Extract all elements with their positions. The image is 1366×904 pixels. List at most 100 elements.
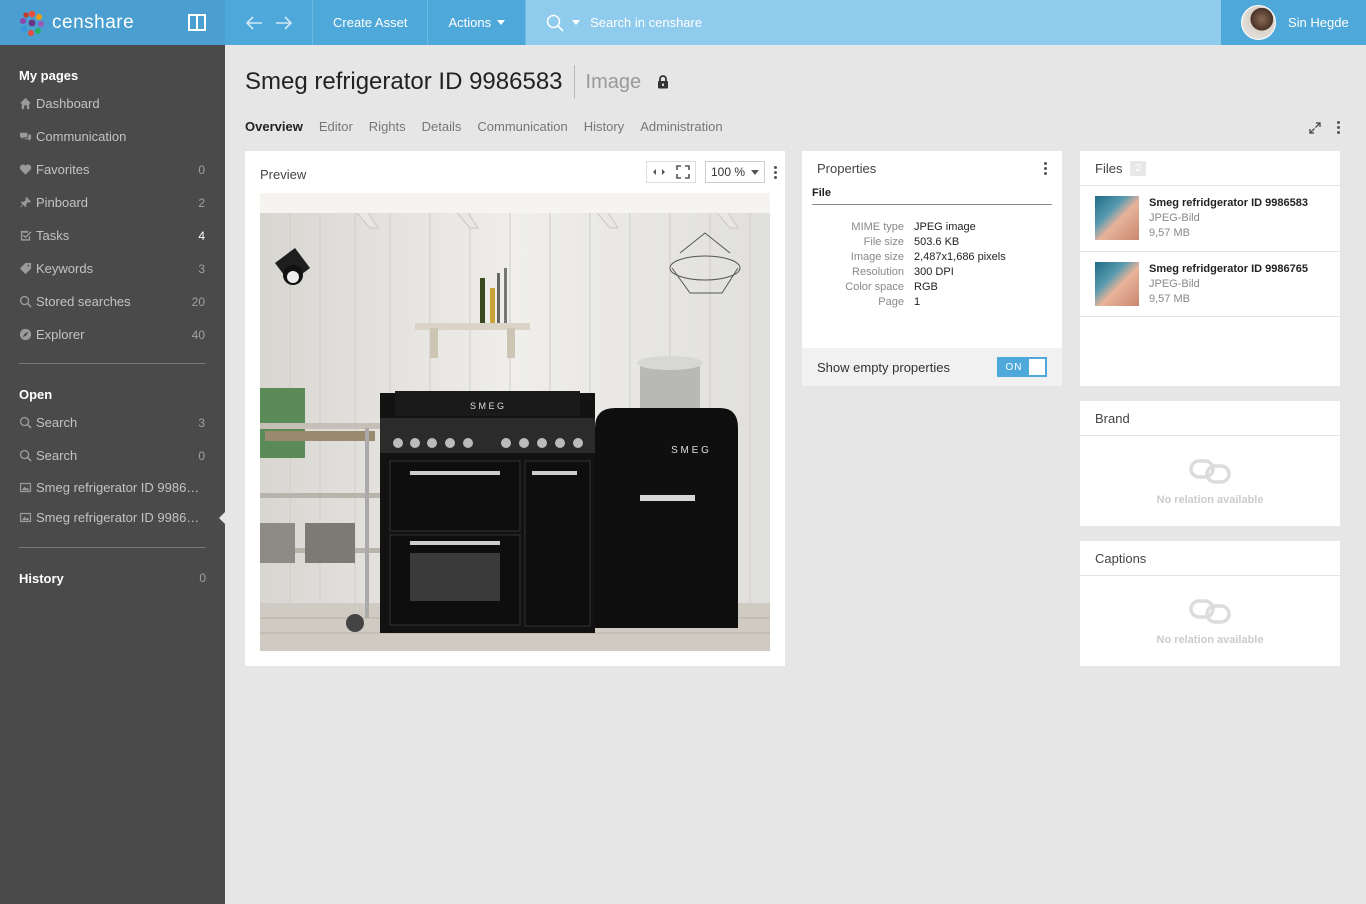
tab-administration[interactable]: Administration [640, 119, 722, 134]
asset-tabs: Overview Editor Rights Details Communica… [245, 119, 723, 134]
sidebar-item-dashboard[interactable]: Dashboard [0, 87, 225, 120]
app-name: censhare [52, 11, 135, 33]
tab-history[interactable]: History [584, 119, 624, 134]
lock-icon[interactable] [657, 75, 669, 89]
section-title: My pages [19, 67, 79, 83]
search-icon [19, 295, 32, 308]
file-name[interactable]: Smeg refridgerator ID 9986583 [1149, 196, 1308, 211]
page-tools [1309, 121, 1340, 134]
create-asset-button[interactable]: Create Asset [313, 0, 429, 45]
page-more-menu-icon[interactable] [1337, 121, 1340, 134]
search-icon [19, 449, 32, 462]
sidebar-toggle-icon[interactable] [188, 14, 206, 31]
captions-card: Captions No relation available [1080, 541, 1340, 666]
create-asset-label: Create Asset [333, 15, 408, 30]
sidebar-item-search-2[interactable]: Search 0 [0, 439, 225, 472]
sidebar-item-label: Favorites [36, 162, 90, 177]
zoom-select[interactable]: 100 % [705, 161, 765, 183]
properties-card: Properties File MIME type JPEG image File… [802, 151, 1062, 386]
preview-card: Preview 100 % S M E G S M E G [245, 151, 785, 666]
property-row: Page 1 [802, 295, 1062, 310]
property-value: RGB [914, 281, 938, 293]
asset-header: Smeg refrigerator ID 9986583 Image [245, 65, 669, 99]
tab-communication[interactable]: Communication [477, 119, 567, 134]
section-title: History [19, 570, 64, 586]
fullscreen-icon[interactable] [671, 162, 695, 182]
sidebar-item-label: Communication [36, 129, 127, 144]
communication-icon [19, 132, 32, 142]
sidebar-item-search-1[interactable]: Search 3 [0, 406, 225, 439]
search-input[interactable] [590, 15, 991, 30]
image-icon [19, 482, 32, 492]
section-history[interactable]: History 0 [0, 568, 225, 588]
properties-section-file: File [812, 185, 1052, 205]
property-key: MIME type [851, 221, 904, 233]
user-menu[interactable]: Sin Hegde [1221, 0, 1366, 45]
compare-arrows-icon[interactable] [647, 162, 671, 182]
file-thumbnail[interactable] [1095, 196, 1139, 240]
forward-arrow-icon[interactable] [275, 15, 293, 31]
properties-more-menu-icon[interactable] [1044, 161, 1047, 175]
sidebar-item-asset-9986765[interactable]: Smeg refrigerator ID 9986765 [0, 502, 225, 532]
files-card: Files 2 Smeg refridgerator ID 9986583 JP… [1080, 151, 1340, 386]
preview-more-menu-icon[interactable] [774, 165, 777, 179]
section-title: Open [19, 386, 53, 402]
tab-rights[interactable]: Rights [369, 119, 406, 134]
checkbox-icon [20, 230, 32, 241]
sidebar-item-label: Tasks [36, 228, 70, 243]
preview-toolbar: 100 % [646, 161, 777, 183]
card-title: Files [1095, 160, 1123, 176]
file-type: JPEG-Bild [1149, 278, 1200, 290]
card-title: Properties [817, 160, 877, 176]
sidebar-item-favorites[interactable]: Favorites 0 [0, 153, 225, 186]
captions-empty-state: No relation available [1080, 575, 1340, 666]
tab-editor[interactable]: Editor [319, 119, 353, 134]
search-icon[interactable] [546, 14, 564, 32]
property-value: 2,487x1,686 pixels [914, 251, 1006, 263]
file-item[interactable]: Smeg refridgerator ID 9986583 JPEG-Bild … [1080, 185, 1340, 251]
file-name[interactable]: Smeg refridgerator ID 9986765 [1149, 262, 1308, 277]
user-name: Sin Hegde [1288, 15, 1349, 30]
sidebar-item-stored-searches[interactable]: Stored searches 20 [0, 285, 225, 318]
property-key: Image size [850, 251, 904, 263]
show-empty-toggle[interactable]: ON [997, 357, 1047, 377]
home-icon [19, 97, 32, 110]
global-search [526, 0, 1221, 45]
sidebar-item-explorer[interactable]: Explorer 40 [0, 318, 225, 351]
sidebar-item-tasks[interactable]: Tasks 4 [0, 219, 225, 252]
file-thumbnail[interactable] [1095, 262, 1139, 306]
property-row: Image size 2,487x1,686 pixels [802, 250, 1062, 265]
actions-dropdown[interactable]: Actions [428, 0, 527, 45]
property-value: 1 [914, 296, 921, 308]
actions-label: Actions [448, 15, 492, 30]
sidebar: censhare My pages Dashboard Communicatio… [0, 0, 225, 904]
card-title: Captions [1095, 550, 1147, 566]
tab-details[interactable]: Details [422, 119, 462, 134]
asset-preview-image[interactable]: S M E G S M E G [260, 193, 770, 651]
back-arrow-icon[interactable] [245, 15, 263, 31]
zoom-value: 100 % [711, 165, 746, 179]
show-empty-properties: Show empty properties ON [802, 348, 1062, 386]
avatar[interactable] [1241, 5, 1276, 40]
view-controls [646, 161, 696, 183]
card-title: Brand [1095, 410, 1130, 426]
image-icon [19, 512, 32, 522]
brand-header: Brand [1080, 401, 1340, 435]
sidebar-item-pinboard[interactable]: Pinboard 2 [0, 186, 225, 219]
search-scope-dropdown-icon[interactable] [572, 20, 581, 25]
property-value: JPEG image [914, 221, 976, 233]
sidebar-item-count: 4 [198, 228, 205, 243]
sidebar-item-keywords[interactable]: Keywords 3 [0, 252, 225, 285]
sidebar-item-communication[interactable]: Communication [0, 120, 225, 153]
chevron-down-icon [751, 169, 759, 175]
sidebar-item-count: 20 [191, 294, 205, 309]
property-key: Color space [845, 281, 904, 293]
property-value: 503.6 KB [914, 236, 960, 248]
tab-overview[interactable]: Overview [245, 119, 303, 134]
sidebar-item-asset-9986583[interactable]: Smeg refrigerator ID 9986583 [0, 472, 225, 502]
censhare-logo-icon[interactable] [19, 10, 45, 36]
sidebar-item-count: 3 [198, 261, 205, 276]
expand-icon[interactable] [1309, 121, 1321, 134]
property-row: File size 503.6 KB [802, 235, 1062, 250]
file-item[interactable]: Smeg refridgerator ID 9986765 JPEG-Bild … [1080, 251, 1340, 317]
